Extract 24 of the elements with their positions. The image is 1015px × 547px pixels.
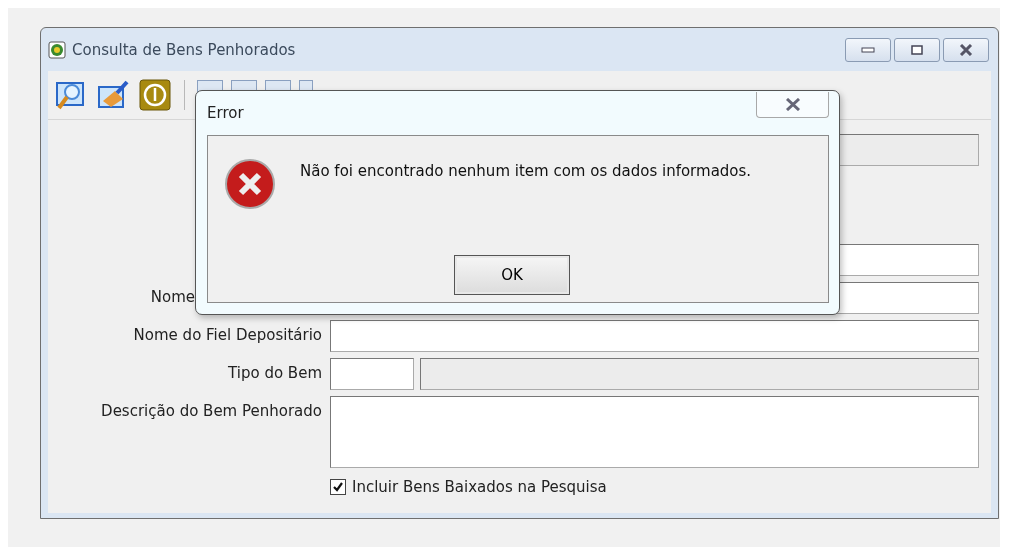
app-icon <box>48 40 66 59</box>
minimize-icon <box>861 46 875 53</box>
input-field[interactable] <box>420 358 979 390</box>
maximize-button[interactable] <box>894 37 940 62</box>
field-label: Tipo do Bem <box>227 363 322 384</box>
input-field[interactable] <box>330 320 979 352</box>
power-icon[interactable] <box>138 78 172 112</box>
error-icon <box>224 158 276 210</box>
ok-button[interactable]: OK <box>454 255 570 295</box>
error-message: Não foi encontrado nenhum item com os dados informados. <box>300 162 753 182</box>
close-icon <box>958 43 974 56</box>
field-label: Nome do Fiel Depositário <box>132 325 322 346</box>
minimize-button[interactable] <box>845 37 891 62</box>
dialog-title: Error <box>207 104 245 122</box>
field-label: Nome <box>149 287 196 308</box>
close-button[interactable] <box>943 37 989 62</box>
field-label: Descrição do Bem Penhorado <box>100 401 322 422</box>
close-icon <box>783 97 802 111</box>
checkbox[interactable] <box>330 479 346 495</box>
maximize-icon <box>911 44 923 55</box>
checkbox-label: Incluir Bens Baixados na Pesquisa <box>352 478 607 496</box>
window-title: Consulta de Bens Penhorados <box>72 40 297 59</box>
input-field[interactable] <box>330 358 414 390</box>
close-button[interactable] <box>756 91 829 118</box>
